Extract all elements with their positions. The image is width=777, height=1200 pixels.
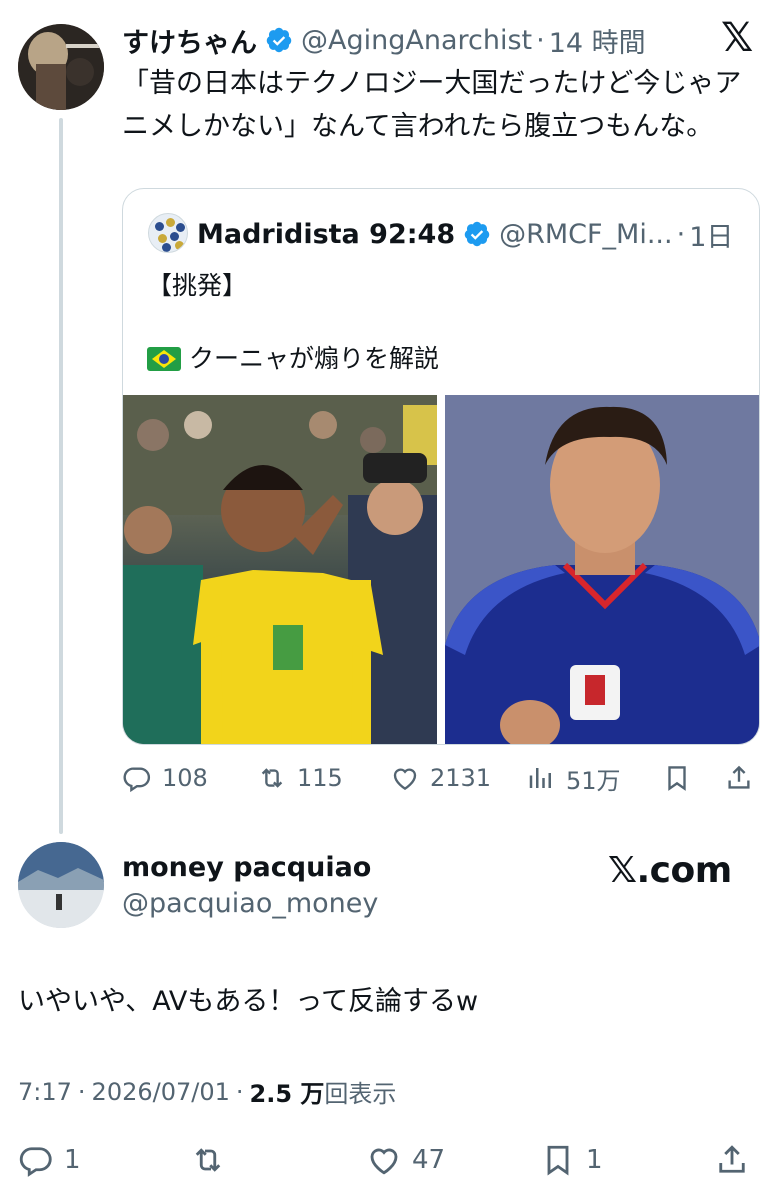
reply-meta: 7:17 · 2026/07/01 · 2.5 万 回表示 xyxy=(18,1074,396,1109)
parent-tweet-text: 「昔の日本はテクノロジー大国だったけど今じゃアニメしかない」なんて言われたら腹立… xyxy=(122,68,742,142)
bookmark-icon xyxy=(668,766,686,791)
heart-icon xyxy=(393,768,417,791)
reply-display-name[interactable]: money pacquiao xyxy=(122,852,371,883)
quote-text-line2: クーニャが煽りを解説 xyxy=(147,341,439,377)
bookmark-icon xyxy=(547,1145,569,1176)
views-icon xyxy=(529,768,551,788)
reply-icon xyxy=(19,1147,52,1177)
brazil-player-photo xyxy=(123,395,437,744)
retweet-icon xyxy=(261,768,283,788)
share-button[interactable] xyxy=(724,758,764,798)
share-icon xyxy=(728,765,750,789)
quote-tweet-card[interactable]: Madridista 92:48 @RMCF_Mi... · 1日 【挑発】 ク… xyxy=(122,188,760,745)
reply-views-count: 2.5 万 xyxy=(249,1080,325,1108)
reply-button[interactable]: 108 xyxy=(122,758,208,798)
reply-count: 1 xyxy=(64,1145,81,1175)
parent-action-bar: 108 115 2131 51万 xyxy=(122,758,758,798)
verified-badge-icon xyxy=(266,27,292,53)
reply-count: 108 xyxy=(162,764,208,792)
quote-display-name[interactable]: Madridista 92:48 xyxy=(197,219,455,250)
reply-action-bar: 1 47 1 xyxy=(18,1140,758,1184)
avatar-photo xyxy=(18,842,104,928)
share-icon xyxy=(719,1145,745,1173)
separator: · xyxy=(235,1077,244,1106)
like-count: 2131 xyxy=(430,764,492,792)
reply-icon xyxy=(123,767,151,793)
retweet-button[interactable] xyxy=(190,1140,236,1180)
like-button[interactable]: 2131 xyxy=(390,758,491,798)
reply-button[interactable]: 1 xyxy=(18,1140,81,1180)
quote-text: クーニャが煽りを解説 xyxy=(189,344,440,373)
views-count: 51万 xyxy=(566,766,621,795)
heart-icon xyxy=(370,1148,398,1175)
retweet-icon xyxy=(195,1148,221,1172)
quote-text-line1: 【挑発】 xyxy=(147,271,248,300)
quote-header: Madridista 92:48 @RMCF_Mi... · 1日 xyxy=(197,214,733,254)
reply-handle[interactable]: @pacquiao_money xyxy=(122,888,378,919)
parent-handle[interactable]: @AgingAnarchist xyxy=(301,25,532,56)
share-button[interactable] xyxy=(714,1140,760,1180)
bookmark-button[interactable] xyxy=(662,758,702,798)
quote-handle[interactable]: @RMCF_Mi... xyxy=(499,219,672,250)
x-logo-icon[interactable]: 𝕏 xyxy=(721,18,757,58)
like-count: 47 xyxy=(412,1145,446,1175)
media-image-brazil-player[interactable] xyxy=(123,395,437,744)
separator: · xyxy=(77,1077,86,1106)
like-button[interactable]: 47 xyxy=(366,1140,445,1180)
avatar-photo xyxy=(18,24,104,110)
parent-header: すけちゃん @AgingAnarchist · 14 時間 xyxy=(122,20,646,60)
x-com-logo: 𝕏.com xyxy=(608,850,732,891)
parent-time[interactable]: 14 時間 xyxy=(549,21,646,60)
reply-date[interactable]: 2026/07/01 xyxy=(92,1078,230,1106)
reply-time[interactable]: 7:17 xyxy=(18,1078,72,1106)
views-button[interactable]: 51万 xyxy=(526,758,621,798)
separator: · xyxy=(676,218,686,250)
bookmark-count: 1 xyxy=(586,1145,603,1175)
bookmark-button[interactable]: 1 xyxy=(540,1140,603,1180)
separator: · xyxy=(536,24,545,56)
japan-player-photo xyxy=(445,395,759,744)
reply-tweet-text: いやいや、AVもある！って反論するw xyxy=(18,986,479,1017)
brazil-flag-icon xyxy=(147,347,181,371)
thread-line xyxy=(59,118,63,834)
retweet-count: 115 xyxy=(297,764,343,792)
retweet-button[interactable]: 115 xyxy=(257,758,343,798)
verified-badge-icon xyxy=(464,221,490,247)
quote-avatar[interactable] xyxy=(148,213,188,253)
media-image-japan-player[interactable] xyxy=(445,395,759,744)
parent-avatar[interactable] xyxy=(18,24,104,110)
reply-avatar[interactable] xyxy=(18,842,104,928)
parent-display-name[interactable]: すけちゃん xyxy=(122,21,257,60)
reply-views-label: 回表示 xyxy=(324,1080,397,1108)
quote-time[interactable]: 1日 xyxy=(689,215,733,254)
